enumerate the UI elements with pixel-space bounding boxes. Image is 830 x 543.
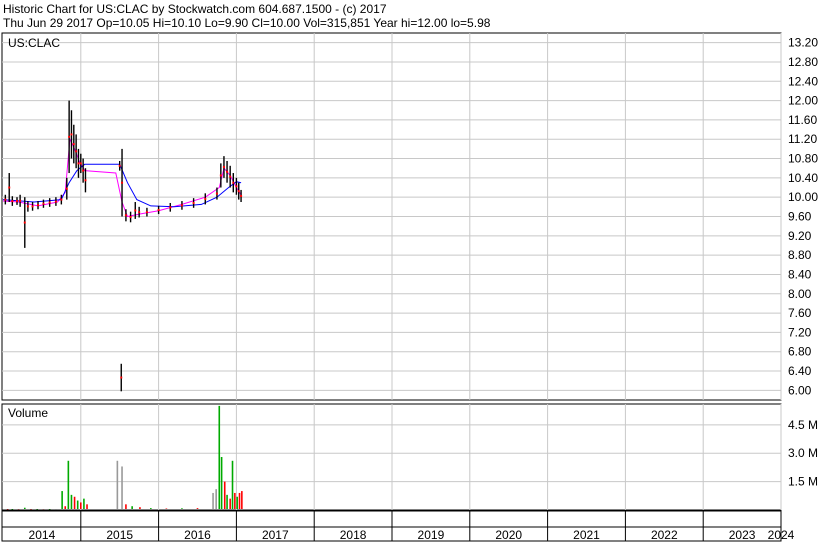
- close-marker: [157, 208, 160, 211]
- close-marker: [235, 185, 238, 188]
- x-tick-label: 2020: [495, 528, 522, 542]
- close-marker: [84, 179, 87, 182]
- close-marker: [219, 174, 222, 177]
- close-marker: [232, 181, 235, 184]
- price-tick-label: 13.20: [788, 36, 818, 50]
- price-tick-label: 12.40: [788, 74, 818, 88]
- close-marker: [26, 205, 29, 208]
- close-marker: [8, 186, 11, 189]
- close-marker: [180, 204, 183, 207]
- close-marker: [70, 133, 73, 136]
- close-marker: [121, 181, 124, 184]
- close-marker: [222, 166, 225, 169]
- price-panel: 13.20 12.80 12.40 12.00 11.60 11.20 10.80 10.40…: [1, 32, 818, 401]
- price-tick-label: 11.60: [788, 113, 817, 127]
- close-marker: [215, 192, 218, 195]
- price-tick-label: 6.40: [788, 364, 812, 378]
- close-marker: [37, 204, 40, 207]
- close-marker: [68, 135, 71, 138]
- close-marker: [48, 201, 51, 204]
- close-marker: [60, 198, 63, 201]
- price-tick-label: 12.80: [788, 55, 818, 69]
- close-marker: [65, 187, 68, 190]
- price-tick-label: 7.60: [788, 306, 812, 320]
- volume-title: Volume: [8, 406, 48, 420]
- close-marker: [226, 170, 229, 173]
- close-marker: [75, 150, 78, 153]
- x-tick-label: 2022: [651, 528, 678, 542]
- close-marker: [192, 201, 195, 204]
- close-marker: [204, 197, 207, 200]
- close-marker: [120, 376, 123, 379]
- price-tick-label: 9.20: [788, 229, 812, 243]
- close-marker: [124, 214, 127, 217]
- price-tick-label: 7.20: [788, 325, 812, 339]
- price-tick-label: 6.00: [788, 383, 812, 397]
- x-tick-label: 2021: [573, 528, 600, 542]
- volume-tick-label: 4.5 M: [788, 418, 818, 432]
- x-tick-label: 2024: [768, 528, 795, 542]
- close-marker: [240, 194, 243, 197]
- x-tick-label: 2017: [262, 528, 289, 542]
- close-marker: [23, 221, 26, 224]
- close-marker: [129, 215, 132, 218]
- close-marker: [16, 200, 19, 203]
- price-tick-label: 6.80: [788, 345, 812, 359]
- x-tick-label: 2016: [184, 528, 211, 542]
- close-marker: [11, 200, 14, 203]
- close-marker: [82, 169, 85, 172]
- close-marker: [19, 199, 22, 202]
- x-tick-label: 2015: [106, 528, 133, 542]
- close-marker: [31, 205, 34, 208]
- price-tick-label: 8.00: [788, 287, 812, 301]
- x-tick-label: 2014: [29, 528, 56, 542]
- x-axis: 2014 2015 2016 2017 2018 2019 2020 2021 2022 2023…: [1, 510, 795, 542]
- volume-tick-label: 1.5 M: [788, 475, 818, 489]
- price-tick-label: 9.60: [788, 210, 812, 224]
- close-marker: [169, 206, 172, 209]
- close-marker: [72, 143, 75, 146]
- price-tick-label: 12.00: [788, 94, 818, 108]
- volume-tick-label: 3.0 M: [788, 446, 818, 460]
- price-tick-label: 8.40: [788, 267, 812, 281]
- close-marker: [118, 164, 121, 167]
- x-tick-label: 2023: [729, 528, 756, 542]
- price-tick-label: 10.80: [788, 152, 818, 166]
- chart-symbol-label: US:CLAC: [8, 36, 60, 50]
- price-tick-label: 11.20: [788, 132, 817, 146]
- close-marker: [237, 190, 240, 193]
- x-tick-label: 2018: [340, 528, 367, 542]
- price-tick-label: 10.00: [788, 190, 818, 204]
- stock-chart: 13.20 12.80 12.40 12.00 11.60 11.20 10.80 10.40…: [1, 32, 818, 542]
- close-marker: [4, 198, 7, 201]
- close-marker: [54, 200, 57, 203]
- close-marker: [79, 162, 82, 165]
- volume-panel: 4.5 M 3.0 M 1.5 M Volume: [1, 403, 818, 511]
- close-marker: [138, 211, 141, 214]
- price-tick-label: 8.80: [788, 248, 812, 262]
- close-marker: [229, 175, 232, 178]
- close-marker: [42, 202, 45, 205]
- close-marker: [134, 209, 137, 212]
- close-marker: [77, 162, 80, 165]
- close-marker: [145, 211, 148, 214]
- price-tick-label: 10.40: [788, 171, 818, 185]
- x-tick-label: 2019: [418, 528, 445, 542]
